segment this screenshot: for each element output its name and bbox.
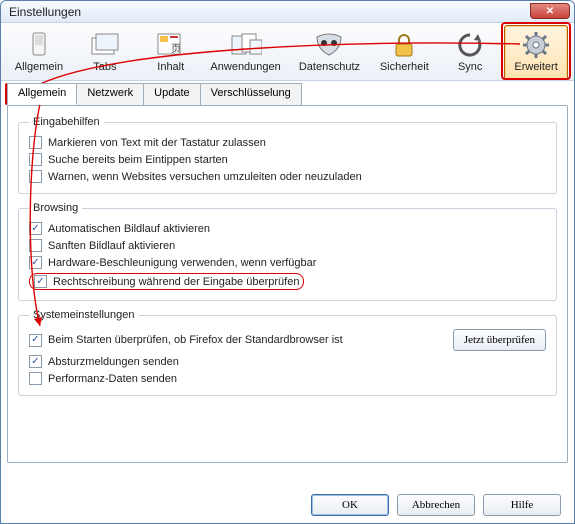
- checkbox[interactable]: [29, 170, 42, 183]
- toolbar-allgemein[interactable]: Allgemein: [7, 25, 71, 80]
- checkbox[interactable]: [29, 372, 42, 385]
- group-system: Systemeinstellungen Beim Starten überprü…: [18, 309, 557, 396]
- tab-update[interactable]: Update: [143, 83, 200, 105]
- option-label: Absturzmeldungen senden: [48, 356, 179, 368]
- tab-label: Update: [154, 87, 189, 99]
- option-label: Rechtschreibung während der Eingabe über…: [53, 276, 299, 288]
- toolbar-sync[interactable]: Sync: [438, 25, 502, 80]
- tab-label: Allgemein: [18, 87, 66, 99]
- checkbox[interactable]: [29, 136, 42, 149]
- window-title: Einstellungen: [9, 5, 81, 19]
- applications-icon: [230, 30, 262, 60]
- sync-icon: [454, 30, 486, 60]
- option-row: Absturzmeldungen senden: [29, 353, 546, 370]
- checkbox[interactable]: [29, 355, 42, 368]
- toolbar-label: Sync: [458, 61, 482, 73]
- cancel-button[interactable]: Abbrechen: [397, 494, 475, 516]
- option-row-highlighted: Rechtschreibung während der Eingabe über…: [29, 271, 546, 292]
- toolbar-label: Anwendungen: [210, 61, 280, 73]
- option-row: Hardware-Beschleunigung verwenden, wenn …: [29, 254, 546, 271]
- dialog-footer: OK Abbrechen Hilfe: [311, 494, 561, 516]
- option-row: Warnen, wenn Websites versuchen umzuleit…: [29, 168, 546, 185]
- checkbox[interactable]: [29, 256, 42, 269]
- option-row: Beim Starten überprüfen, ob Firefox der …: [29, 327, 546, 353]
- option-label: Automatischen Bildlauf aktivieren: [48, 223, 210, 235]
- checkbox[interactable]: [29, 222, 42, 235]
- option-row: Suche bereits beim Eintippen starten: [29, 151, 546, 168]
- sub-tabbar: Allgemein Netzwerk Update Verschlüsselun…: [7, 83, 568, 105]
- option-label: Suche bereits beim Eintippen starten: [48, 154, 228, 166]
- option-label: Performanz-Daten senden: [48, 373, 177, 385]
- gear-icon: [520, 30, 552, 60]
- category-toolbar: Allgemein Tabs 页 Inhalt Anwendungen Date…: [1, 23, 574, 81]
- option-row: Performanz-Daten senden: [29, 370, 546, 387]
- checkbox[interactable]: [29, 153, 42, 166]
- group-legend: Browsing: [29, 202, 82, 214]
- close-button[interactable]: ✕: [530, 3, 570, 19]
- toolbar-sicherheit[interactable]: Sicherheit: [372, 25, 436, 80]
- group-eingabehilfen: Eingabehilfen Markieren von Text mit der…: [18, 116, 557, 194]
- titlebar: Einstellungen ✕: [1, 1, 574, 23]
- tab-label: Netzwerk: [87, 87, 133, 99]
- tab-panel: Eingabehilfen Markieren von Text mit der…: [7, 105, 568, 463]
- option-row: Markieren von Text mit der Tastatur zula…: [29, 134, 546, 151]
- toolbar-inhalt[interactable]: 页 Inhalt: [139, 25, 203, 80]
- annotation-highlight-spellcheck: Rechtschreibung während der Eingabe über…: [29, 273, 304, 290]
- toolbar-label: Sicherheit: [380, 61, 429, 73]
- toolbar-label: Allgemein: [15, 61, 63, 73]
- toolbar-label: Tabs: [93, 61, 116, 73]
- lock-icon: [388, 30, 420, 60]
- content-icon: 页: [155, 30, 187, 60]
- close-icon: ✕: [546, 6, 554, 17]
- option-label: Warnen, wenn Websites versuchen umzuleit…: [48, 171, 362, 183]
- tab-verschluesselung[interactable]: Verschlüsselung: [200, 83, 302, 105]
- toolbar-label: Datenschutz: [299, 61, 360, 73]
- option-label: Hardware-Beschleunigung verwenden, wenn …: [48, 257, 316, 269]
- toolbar-erweitert[interactable]: Erweitert: [504, 25, 568, 80]
- checkbox[interactable]: [34, 275, 47, 288]
- ok-button[interactable]: OK: [311, 494, 389, 516]
- check-now-button[interactable]: Jetzt überprüfen: [453, 329, 546, 351]
- group-browsing: Browsing Automatischen Bildlauf aktivier…: [18, 202, 557, 301]
- toolbar-label: Inhalt: [157, 61, 184, 73]
- button-label: Jetzt überprüfen: [464, 334, 535, 346]
- option-row: Automatischen Bildlauf aktivieren: [29, 220, 546, 237]
- tab-label: Verschlüsselung: [211, 87, 291, 99]
- option-label: Beim Starten überprüfen, ob Firefox der …: [48, 334, 343, 346]
- toolbar-datenschutz[interactable]: Datenschutz: [289, 25, 371, 80]
- checkbox[interactable]: [29, 239, 42, 252]
- panel-body: Allgemein Netzwerk Update Verschlüsselun…: [1, 81, 574, 469]
- settings-window: Einstellungen ✕ Allgemein Tabs 页 Inhalt …: [0, 0, 575, 524]
- help-button[interactable]: Hilfe: [483, 494, 561, 516]
- tab-allgemein[interactable]: Allgemein: [7, 83, 77, 105]
- tabs-icon: [89, 30, 121, 60]
- button-label: Abbrechen: [412, 499, 460, 511]
- switch-icon: [23, 30, 55, 60]
- button-label: OK: [342, 499, 358, 511]
- checkbox[interactable]: [29, 334, 42, 347]
- toolbar-anwendungen[interactable]: Anwendungen: [205, 25, 287, 80]
- toolbar-tabs[interactable]: Tabs: [73, 25, 137, 80]
- option-label: Sanften Bildlauf aktivieren: [48, 240, 175, 252]
- svg-text:页: 页: [171, 43, 181, 55]
- option-label: Markieren von Text mit der Tastatur zula…: [48, 137, 266, 149]
- option-row: Sanften Bildlauf aktivieren: [29, 237, 546, 254]
- tab-netzwerk[interactable]: Netzwerk: [76, 83, 144, 105]
- button-label: Hilfe: [511, 499, 534, 511]
- group-legend: Systemeinstellungen: [29, 309, 139, 321]
- group-legend: Eingabehilfen: [29, 116, 104, 128]
- privacy-mask-icon: [313, 30, 345, 60]
- toolbar-label: Erweitert: [514, 61, 557, 73]
